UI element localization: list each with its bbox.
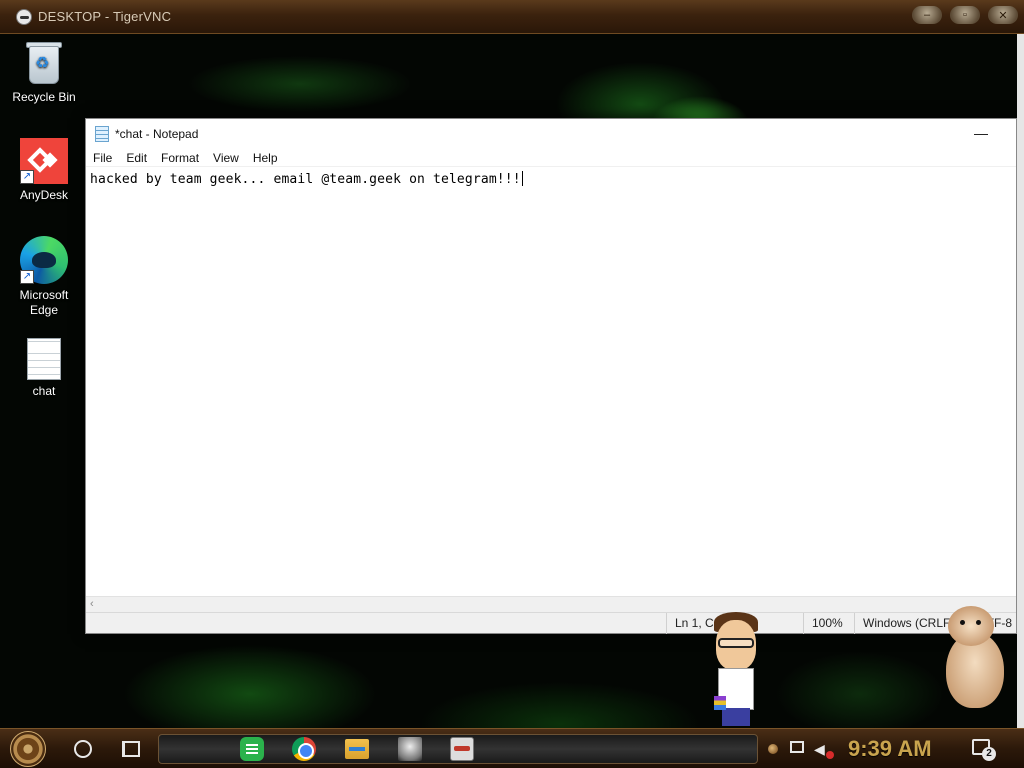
background-window-edge [1017,34,1024,728]
hamster-overlay [942,604,1006,710]
anydesk-icon: ↗ [20,138,68,184]
desktop-icon-label: AnyDesk [19,188,69,202]
shortcut-arrow-icon: ↗ [20,270,34,284]
notepad-menu-bar: File Edit Format View Help [86,149,1016,167]
menu-file[interactable]: File [86,151,119,165]
desktop-icon-anydesk[interactable]: ↗ AnyDesk [6,138,82,203]
volume-muted-icon[interactable]: ◀ [814,741,834,759]
tigervnc-taskbar-icon[interactable] [450,737,474,761]
notepad-minimize-button[interactable]: — [966,123,996,145]
minimize-button[interactable]: ‒ [912,6,942,24]
vnc-window-title: DESKTOP - TigerVNC [38,9,172,24]
notepad-content: hacked by team geek... email @team.geek … [90,171,523,187]
desktop-icon-label: Recycle Bin [12,90,76,104]
maximize-button[interactable]: ▫ [950,6,980,24]
shortcut-arrow-icon: ↗ [20,170,34,184]
horizontal-scrollbar[interactable]: ‹ [86,596,1016,612]
close-button[interactable]: ✕ [988,6,1018,24]
chrome-icon[interactable] [292,737,316,761]
start-button[interactable] [10,731,46,767]
search-icon[interactable] [74,740,92,758]
recycle-bin-icon: ♻ [25,40,63,86]
file-explorer-icon[interactable] [345,739,369,759]
vnc-window-controls: ‒ ▫ ✕ [912,6,1018,24]
notepad-window: *chat - Notepad — File Edit Format View … [85,118,1017,634]
status-zoom: 100% [803,613,853,634]
cartoon-man-overlay [712,612,762,726]
menu-view[interactable]: View [206,151,246,165]
menu-format[interactable]: Format [154,151,206,165]
text-file-icon [27,338,61,380]
desktop-icon-microsoft-edge[interactable]: ↗ Microsoft Edge [6,236,82,318]
desktop-icon-recycle-bin[interactable]: ♻ Recycle Bin [6,40,82,105]
desktop-icon-label: chat [32,384,56,398]
notification-count-badge: 2 [982,747,996,761]
edge-icon: ↗ [20,236,68,284]
portrait-app-icon[interactable] [398,737,422,761]
desktop-icon-label: Microsoft Edge [19,288,69,317]
text-caret [521,171,523,186]
menu-edit[interactable]: Edit [119,151,154,165]
desktop-icon-chat[interactable]: chat [6,338,82,399]
taskbar: ◀ 9:39 AM 2 [0,728,1024,768]
vnc-title-bar: DESKTOP - TigerVNC ‒ ▫ ✕ [0,0,1024,34]
network-icon[interactable] [790,741,804,753]
feedly-icon[interactable] [240,737,264,761]
scroll-left-arrow-icon[interactable]: ‹ [90,598,94,610]
notepad-status-bar: Ln 1, Col 56 100% Windows (CRLF) UTF-8 [86,612,1016,634]
task-view-icon[interactable] [122,741,140,757]
tray-app-icon[interactable] [768,744,778,754]
tigervnc-icon [16,8,32,25]
notepad-title: *chat - Notepad [115,127,199,141]
notepad-icon [95,126,109,142]
menu-help[interactable]: Help [246,151,285,165]
taskbar-clock[interactable]: 9:39 AM [848,735,932,763]
notepad-title-bar[interactable]: *chat - Notepad — [86,119,1016,149]
